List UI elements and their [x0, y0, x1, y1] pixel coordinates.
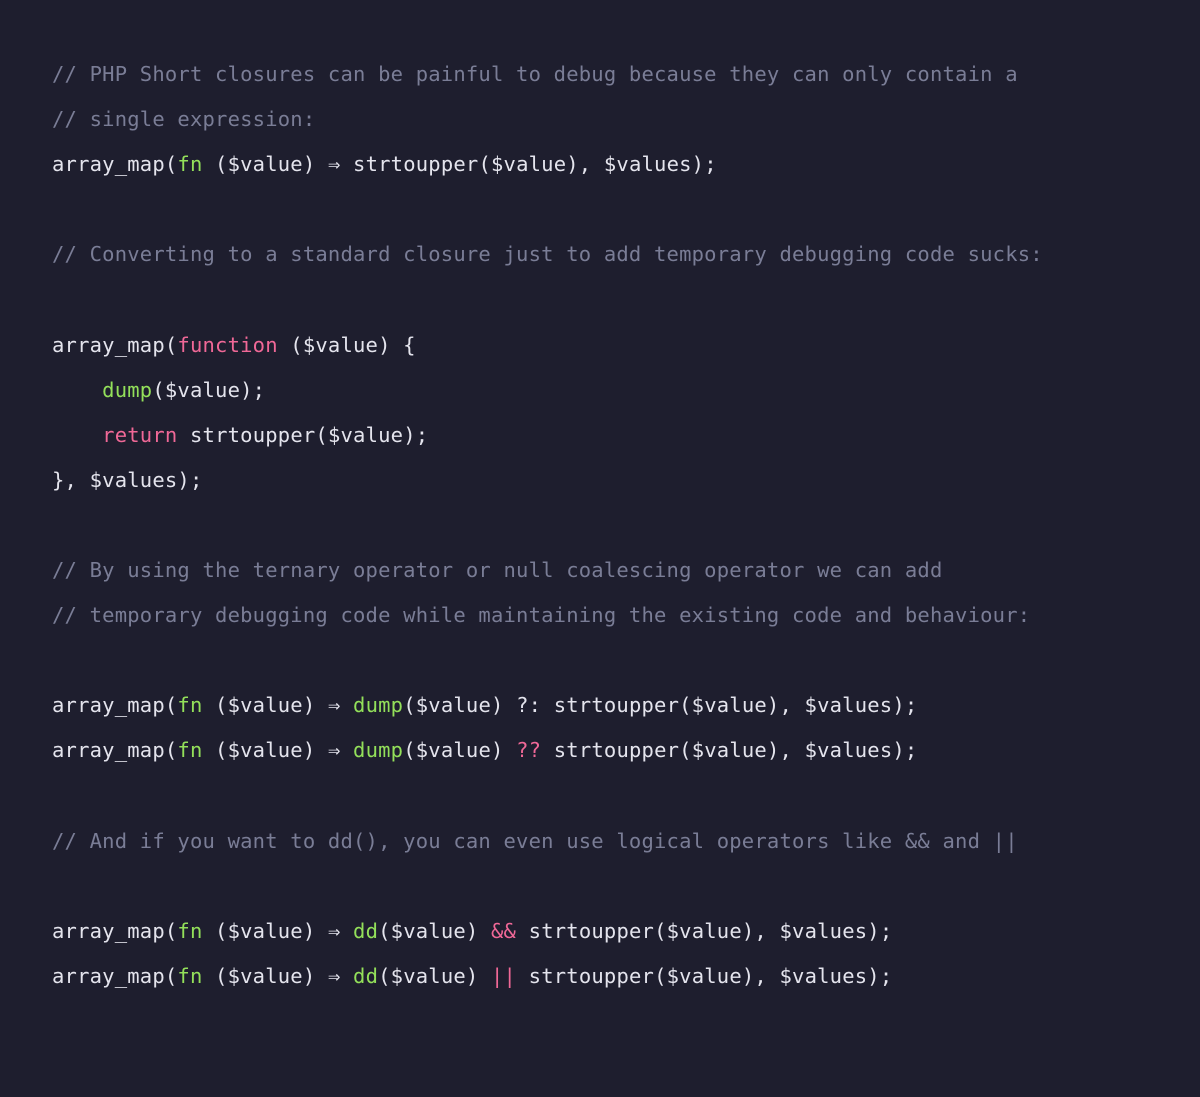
token: array_map(	[52, 693, 177, 717]
token: array_map(	[52, 964, 177, 988]
token: // PHP Short closures can be painful to …	[52, 62, 1018, 86]
code-line	[52, 638, 1148, 683]
token: &&	[491, 919, 516, 943]
code-line: array_map(fn ($value) ⇒ strtoupper($valu…	[52, 142, 1148, 187]
token	[52, 423, 102, 447]
token: dd	[353, 964, 378, 988]
token: dump	[353, 738, 403, 762]
code-block: // PHP Short closures can be painful to …	[52, 52, 1148, 999]
code-line	[52, 187, 1148, 232]
token: strtoupper($value), $values);	[516, 919, 892, 943]
token: // temporary debugging code while mainta…	[52, 603, 1030, 627]
token: // By using the ternary operator or null…	[52, 558, 943, 582]
code-line: return strtoupper($value);	[52, 413, 1148, 458]
token: ||	[491, 964, 516, 988]
token: array_map(	[52, 919, 177, 943]
code-line: dump($value);	[52, 368, 1148, 413]
token: array_map(	[52, 333, 177, 357]
token: function	[177, 333, 277, 357]
token: fn	[177, 919, 202, 943]
code-line	[52, 503, 1148, 548]
code-line: array_map(fn ($value) ⇒ dd($value) && st…	[52, 909, 1148, 954]
token: ($value)	[378, 919, 491, 943]
token: // And if you want to dd(), you can even…	[52, 829, 1018, 853]
code-line: }, $values);	[52, 458, 1148, 503]
token: dump	[102, 378, 152, 402]
code-line: // Converting to a standard closure just…	[52, 232, 1148, 277]
token: ($value)	[203, 919, 328, 943]
token: ($value)	[403, 738, 516, 762]
token	[52, 378, 102, 402]
token: ??	[516, 738, 541, 762]
token: ⇒	[328, 693, 341, 717]
token: ($value)	[203, 152, 328, 176]
token	[340, 964, 353, 988]
token	[340, 693, 353, 717]
token: dd	[353, 919, 378, 943]
token: ⇒	[328, 919, 341, 943]
code-line: // temporary debugging code while mainta…	[52, 593, 1148, 638]
code-line: array_map(fn ($value) ⇒ dump($value) ?: …	[52, 683, 1148, 728]
token: ⇒	[328, 738, 341, 762]
token: array_map(	[52, 152, 177, 176]
token	[340, 919, 353, 943]
token: dump	[353, 693, 403, 717]
token: ⇒	[328, 152, 341, 176]
token	[340, 738, 353, 762]
token: strtoupper($value), $values);	[516, 964, 892, 988]
token: ($value) {	[278, 333, 416, 357]
token: fn	[177, 964, 202, 988]
code-line: // And if you want to dd(), you can even…	[52, 819, 1148, 864]
token: ($value)	[203, 693, 328, 717]
token: strtoupper($value);	[177, 423, 428, 447]
token: array_map(	[52, 738, 177, 762]
code-line	[52, 277, 1148, 322]
code-line: // PHP Short closures can be painful to …	[52, 52, 1148, 97]
token: strtoupper($value), $values);	[541, 738, 917, 762]
token: strtoupper($value), $values);	[340, 152, 716, 176]
token: fn	[177, 152, 202, 176]
token: }, $values);	[52, 468, 203, 492]
token: ($value)	[203, 964, 328, 988]
token: fn	[177, 738, 202, 762]
code-line: array_map(fn ($value) ⇒ dd($value) || st…	[52, 954, 1148, 999]
token: ⇒	[328, 964, 341, 988]
token: ($value)	[203, 738, 328, 762]
code-line	[52, 774, 1148, 819]
token: ($value)	[378, 964, 491, 988]
token: // Converting to a standard closure just…	[52, 242, 1043, 266]
token: // single expression:	[52, 107, 315, 131]
code-line: // single expression:	[52, 97, 1148, 142]
code-line: array_map(function ($value) {	[52, 323, 1148, 368]
token: fn	[177, 693, 202, 717]
token: ($value) ?: strtoupper($value), $values)…	[403, 693, 917, 717]
code-line	[52, 864, 1148, 909]
token: ($value);	[152, 378, 265, 402]
token: return	[102, 423, 177, 447]
code-line: array_map(fn ($value) ⇒ dump($value) ?? …	[52, 728, 1148, 773]
code-line: // By using the ternary operator or null…	[52, 548, 1148, 593]
